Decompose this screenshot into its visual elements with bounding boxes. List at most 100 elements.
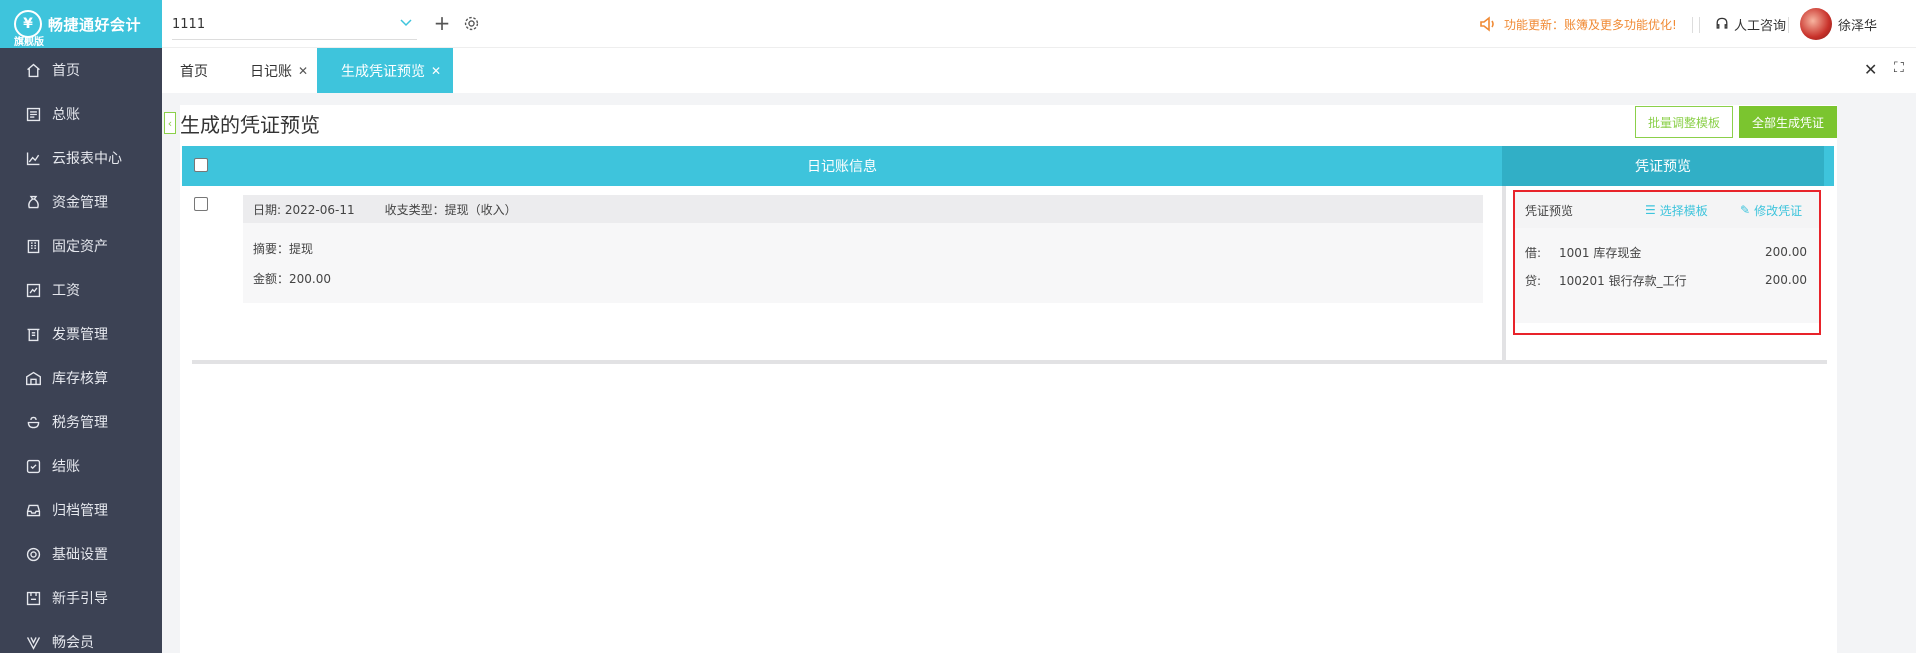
sidebar-item-ledger[interactable]: 总账 — [0, 92, 162, 136]
user-name: 徐泽华 — [1838, 18, 1878, 34]
content-panel — [180, 105, 1837, 653]
tab-voucher-preview[interactable]: 生成凭证预览 ✕ — [317, 48, 454, 93]
account-select[interactable]: 1111 — [172, 10, 417, 40]
tab-journal[interactable]: 日记账 ✕ — [250, 48, 308, 93]
sidebar-item-label: 基础设置 — [52, 547, 108, 563]
header-scroll-gap — [1824, 146, 1834, 186]
voucher-title: 凭证预览 — [1525, 203, 1574, 218]
select-all-checkbox[interactable] — [194, 158, 208, 172]
journal-meta: 日期: 2022-06-11 收支类型：提现（收入） — [243, 195, 1483, 223]
sidebar-item-invoice[interactable]: 发票管理 — [0, 312, 162, 356]
chart-icon — [24, 149, 42, 167]
sidebar-item-archive[interactable]: 归档管理 — [0, 488, 162, 532]
avatar — [1800, 8, 1832, 40]
close-icon[interactable]: ✕ — [298, 64, 308, 78]
page-title: 生成的凭证预览 — [180, 112, 320, 137]
sidebar-item-report[interactable]: 云报表中心 — [0, 136, 162, 180]
journal-summary: 摘要：提现 — [253, 241, 314, 256]
sidebar-item-funds[interactable]: 资金管理 — [0, 180, 162, 224]
debit-marker: 借: — [1525, 245, 1542, 260]
tab-label: 首页 — [180, 63, 208, 80]
sidebar-item-tax[interactable]: 税务管理 — [0, 400, 162, 444]
voucher-amount: 200.00 — [1765, 273, 1807, 287]
home-icon — [24, 61, 42, 79]
select-template-link[interactable]: ☰ 选择模板 — [1645, 192, 1708, 228]
journal-amount: 金额：200.00 — [253, 271, 331, 286]
headset-icon — [1716, 17, 1728, 29]
journal-type: 收支类型：提现（收入） — [384, 202, 517, 217]
sidebar-item-label: 税务管理 — [52, 415, 108, 431]
money-bag-icon — [24, 193, 42, 211]
col-journal-label: 日记账信息 — [807, 159, 877, 175]
sidebar-item-label: 工资 — [52, 283, 80, 299]
voucher-header: 凭证预览 ☰ 选择模板 ✎ 修改凭证 — [1515, 192, 1819, 228]
divider — [1699, 17, 1700, 33]
sidebar-item-label: 云报表中心 — [52, 151, 122, 167]
building-icon — [24, 237, 42, 255]
table-header: 日记账信息 凭证预览 — [182, 146, 1834, 186]
checkout-icon — [24, 457, 42, 475]
consult-label: 人工咨询 — [1734, 18, 1787, 34]
voucher-amount: 200.00 — [1765, 245, 1807, 259]
sidebar-item-assets[interactable]: 固定资产 — [0, 224, 162, 268]
journal-row: 日期: 2022-06-11 收支类型：提现（收入） 摘要：提现 金额：200.… — [243, 195, 1483, 303]
consult-button[interactable]: 人工咨询 — [1714, 0, 1786, 48]
close-all-icon[interactable]: ✕ — [1864, 60, 1877, 79]
column-divider — [1502, 186, 1506, 362]
sidebar-item-vip[interactable]: 畅会员 — [0, 620, 162, 653]
sidebar-item-label: 新手引导 — [52, 591, 108, 607]
voucher-lines: 借: 1001 库存现金 200.00 贷: 100201 银行存款_工行 20… — [1515, 228, 1819, 323]
topbar: 1111 + 功能更新：账簿及更多功能优化! 人工咨询 徐泽华 — [162, 0, 1916, 48]
add-icon[interactable]: + — [432, 11, 452, 35]
fullscreen-icon[interactable]: ⛶ — [1894, 60, 1904, 76]
user-menu[interactable]: 徐泽华 — [1800, 0, 1877, 48]
sidebar-item-salary[interactable]: 工资 — [0, 268, 162, 312]
app-logo[interactable]: ¥ 畅捷通好会计 旗舰版 — [0, 0, 162, 48]
page-header: ‹ 生成的凭证预览 — [164, 105, 320, 141]
voucher-preview-card: 凭证预览 ☰ 选择模板 ✎ 修改凭证 借: 1001 库存现金 200.00 贷… — [1513, 190, 1821, 335]
voucher-account: 100201 银行存款_工行 — [1559, 273, 1687, 288]
archive-icon — [24, 501, 42, 519]
tab-label: 生成凭证预览 — [341, 63, 425, 80]
voucher-line-debit: 借: 1001 库存现金 200.00 — [1515, 238, 1819, 266]
edit-voucher-link[interactable]: ✎ 修改凭证 — [1740, 192, 1802, 228]
speaker-icon — [1480, 16, 1494, 32]
col-voucher-header: 凭证预览 — [1502, 146, 1824, 186]
sidebar-item-checkout[interactable]: 结账 — [0, 444, 162, 488]
sidebar-item-label: 首页 — [52, 63, 80, 79]
sidebar-item-label: 资金管理 — [52, 195, 108, 211]
sidebar-item-label: 总账 — [52, 107, 80, 123]
tab-label: 日记账 — [250, 63, 292, 80]
col-journal-header: 日记账信息 — [182, 146, 1502, 186]
tab-home[interactable]: 首页 — [180, 48, 208, 93]
edit-icon: ✎ — [1740, 203, 1751, 217]
notice-text: 功能更新：账簿及更多功能优化! — [1504, 17, 1677, 32]
gear-icon[interactable] — [461, 13, 481, 33]
sidebar-item-label: 归档管理 — [52, 503, 108, 519]
sidebar-item-home[interactable]: 首页 — [0, 48, 162, 92]
chevron-down-icon — [400, 19, 412, 27]
close-icon[interactable]: ✕ — [431, 64, 441, 78]
row-checkbox[interactable] — [194, 197, 208, 211]
sidebar-item-settings[interactable]: 基础设置 — [0, 532, 162, 576]
sidebar-item-label: 畅会员 — [52, 635, 94, 651]
account-name: 1111 — [172, 17, 206, 32]
sidebar-item-label: 结账 — [52, 459, 80, 475]
generate-all-button[interactable]: 全部生成凭证 — [1739, 106, 1837, 138]
back-button[interactable]: ‹ — [164, 112, 176, 134]
salary-icon — [24, 281, 42, 299]
invoice-icon — [24, 325, 42, 343]
edit-voucher-label: 修改凭证 — [1754, 203, 1803, 218]
journal-date: 日期: 2022-06-11 — [253, 202, 355, 217]
sidebar-item-label: 库存核算 — [52, 371, 108, 387]
sidebar-item-inventory[interactable]: 库存核算 — [0, 356, 162, 400]
sidebar-item-guide[interactable]: 新手引导 — [0, 576, 162, 620]
warehouse-icon — [24, 369, 42, 387]
feature-notice[interactable]: 功能更新：账簿及更多功能优化! — [1478, 0, 1677, 48]
sidebar-menu: 首页 总账 云报表中心 资金管理 固定资产 工资 发票管理 库存核算 税务管理 … — [0, 48, 162, 653]
divider — [1788, 17, 1789, 33]
credit-marker: 贷: — [1525, 273, 1542, 288]
vip-icon — [24, 633, 42, 651]
batch-template-button[interactable]: 批量调整模板 — [1635, 106, 1733, 138]
app-name: 畅捷通好会计 — [48, 15, 142, 34]
